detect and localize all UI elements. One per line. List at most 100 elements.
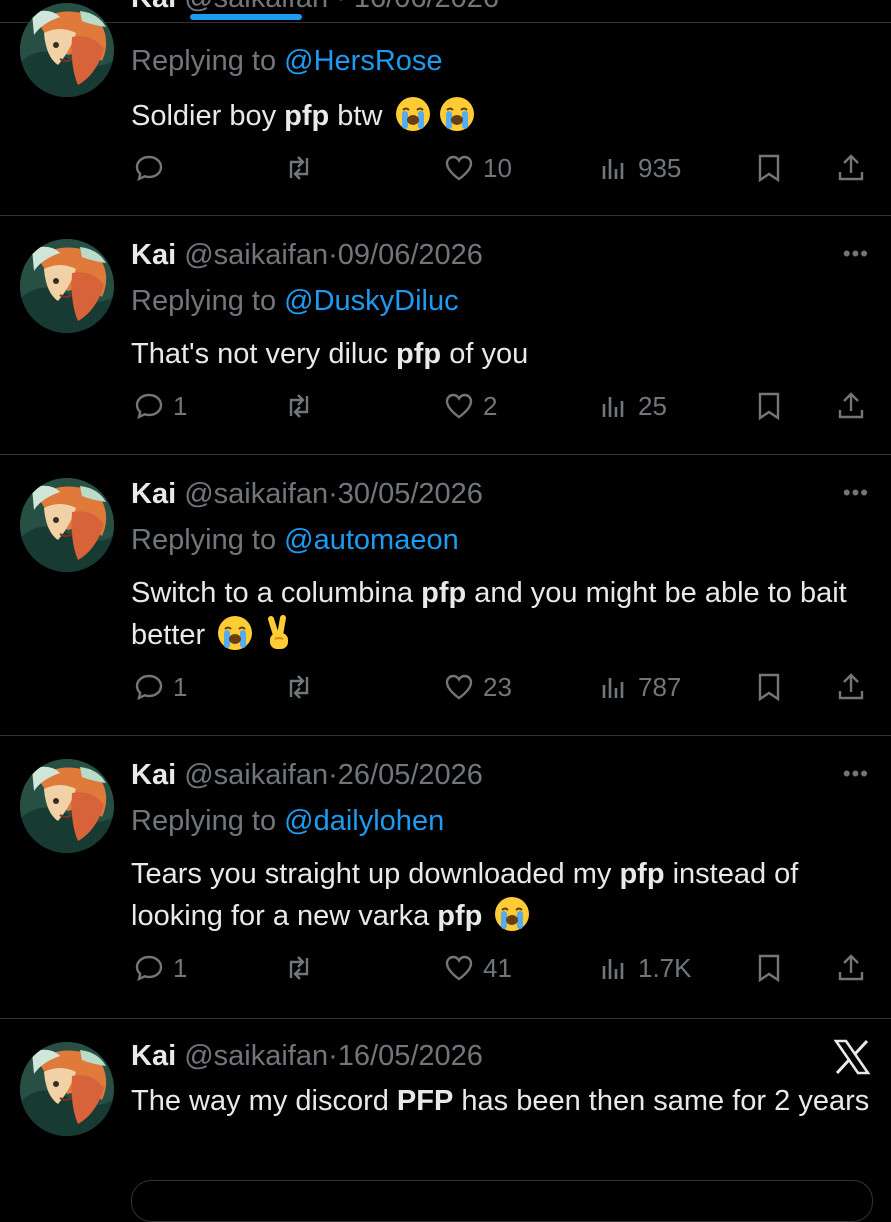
- like-button[interactable]: 10: [443, 152, 512, 184]
- views-button[interactable]: 787: [598, 671, 681, 703]
- avatar[interactable]: [20, 759, 114, 853]
- tweet-text: Tears you straight up downloaded my pfp …: [131, 858, 799, 932]
- views-chart-icon: [602, 678, 624, 698]
- bookmark-button[interactable]: [753, 390, 785, 422]
- replying-to: Replying to @automaeon: [131, 524, 459, 556]
- loudly-crying-face-icon: [218, 616, 253, 650]
- loudly-crying-face-icon: [439, 97, 474, 131]
- tweet-date[interactable]: 26/05/2026: [338, 759, 483, 791]
- author-name[interactable]: Kai: [131, 1040, 176, 1072]
- views-chart-icon: [602, 159, 624, 179]
- victory-hand-icon: [268, 615, 289, 649]
- tweet-date[interactable]: 30/05/2026: [338, 478, 483, 510]
- reply-mention-link[interactable]: @automaeon: [284, 524, 459, 556]
- replying-to: Replying to @DuskyDiluc: [131, 285, 459, 317]
- avatar[interactable]: [20, 1042, 114, 1136]
- tweet-header: Kai @saikaifan·26/05/2026: [131, 759, 483, 791]
- like-button[interactable]: 2: [443, 390, 497, 422]
- views-button[interactable]: 25: [598, 390, 667, 422]
- tweet-2[interactable]: Kai @saikaifan·30/05/2026 ••• Replying t…: [0, 454, 891, 736]
- avatar[interactable]: [20, 478, 114, 572]
- author-name[interactable]: Kai: [131, 478, 176, 510]
- retweet-icon: [289, 956, 309, 980]
- heart-icon: [445, 674, 473, 700]
- tweet-text: That's not very diluc pfp of you: [131, 338, 529, 370]
- reply-button[interactable]: [133, 152, 173, 184]
- tweet-actions: 10 935: [0, 152, 891, 192]
- retweet-button[interactable]: [283, 671, 323, 703]
- tweet-text: The way my discord PFP has been then sam…: [131, 1085, 870, 1117]
- views-chart-icon: [602, 397, 624, 417]
- bookmark-button[interactable]: [753, 671, 785, 703]
- share-button[interactable]: [835, 952, 867, 984]
- tweet-1[interactable]: Kai @saikaifan·09/06/2026 ••• Replying t…: [0, 215, 891, 455]
- tweet-3[interactable]: Kai @saikaifan·26/05/2026 ••• Replying t…: [0, 735, 891, 1019]
- replying-to: Replying to @dailylohen: [131, 805, 445, 837]
- share-button[interactable]: [835, 671, 867, 703]
- bookmark-button[interactable]: [753, 152, 785, 184]
- share-icon: [838, 392, 864, 419]
- tweet-actions: 1 41 1.7K: [0, 952, 891, 992]
- author-handle[interactable]: @saikaifan: [184, 1040, 328, 1072]
- reply-button[interactable]: 1: [133, 671, 187, 703]
- retweet-icon: [289, 394, 309, 418]
- tweet-header: Kai @saikaifan·09/06/2026: [131, 239, 483, 271]
- more-options-button[interactable]: •••: [843, 480, 869, 506]
- author-handle[interactable]: @saikaifan: [184, 239, 328, 271]
- replying-to: Replying to @HersRose: [131, 45, 443, 77]
- heart-icon: [445, 393, 473, 419]
- bookmark-icon: [758, 154, 780, 183]
- tweet-actions: 1 23 787: [0, 671, 891, 711]
- tweet-text: Switch to a columbina pfp and you might …: [131, 577, 847, 651]
- heart-icon: [445, 955, 473, 981]
- tweet-0[interactable]: Replying to @HersRose Soldier boy pfp bt…: [0, 0, 891, 216]
- avatar[interactable]: [20, 239, 114, 333]
- retweet-icon: [289, 156, 309, 180]
- retweet-icon: [289, 675, 309, 699]
- author-handle[interactable]: @saikaifan: [184, 759, 328, 791]
- retweet-button[interactable]: [283, 152, 323, 184]
- reply-mention-link[interactable]: @DuskyDiluc: [284, 285, 458, 317]
- reply-icon: [135, 393, 163, 420]
- reply-button[interactable]: 1: [133, 952, 187, 984]
- share-button[interactable]: [835, 390, 867, 422]
- more-options-button[interactable]: •••: [843, 761, 869, 787]
- tweet-text: Soldier boy pfp btw: [131, 95, 871, 137]
- tweet-4[interactable]: Kai @saikaifan·16/05/2026 The way my dis…: [0, 1018, 891, 1199]
- reply-icon: [135, 155, 163, 182]
- share-button[interactable]: [835, 152, 867, 184]
- bookmark-icon: [758, 673, 780, 702]
- reply-icon: [135, 955, 163, 982]
- reply-icon: [135, 674, 163, 701]
- reply-mention-link[interactable]: @HersRose: [284, 45, 442, 77]
- share-icon: [838, 154, 864, 181]
- reply-mention-link[interactable]: @dailylohen: [284, 805, 444, 837]
- heart-icon: [445, 155, 473, 181]
- tweet-header: Kai @saikaifan·16/05/2026: [131, 1040, 483, 1072]
- avatar[interactable]: [20, 3, 114, 97]
- share-icon: [838, 673, 864, 700]
- like-button[interactable]: 23: [443, 671, 512, 703]
- loudly-crying-face-icon: [395, 97, 430, 131]
- retweet-button[interactable]: [283, 390, 323, 422]
- tweet-date[interactable]: 09/06/2026: [338, 239, 483, 271]
- retweet-button[interactable]: [283, 952, 323, 984]
- author-handle[interactable]: @saikaifan: [184, 478, 328, 510]
- tweet-actions: 1 2 25: [0, 390, 891, 430]
- bookmark-icon: [758, 392, 780, 421]
- views-button[interactable]: 935: [598, 152, 681, 184]
- share-icon: [838, 954, 864, 981]
- author-name[interactable]: Kai: [131, 759, 176, 791]
- more-options-button[interactable]: •••: [843, 241, 869, 267]
- tweet-date[interactable]: 16/05/2026: [338, 1040, 483, 1072]
- bookmark-icon: [758, 954, 780, 983]
- x-logo-icon: [833, 1039, 871, 1075]
- embedded-card-edge: [131, 1180, 873, 1222]
- author-name[interactable]: Kai: [131, 239, 176, 271]
- views-chart-icon: [602, 959, 624, 979]
- bookmark-button[interactable]: [753, 952, 785, 984]
- tweet-header: Kai @saikaifan·30/05/2026: [131, 478, 483, 510]
- reply-button[interactable]: 1: [133, 390, 187, 422]
- like-button[interactable]: 41: [443, 952, 512, 984]
- views-button[interactable]: 1.7K: [598, 952, 692, 984]
